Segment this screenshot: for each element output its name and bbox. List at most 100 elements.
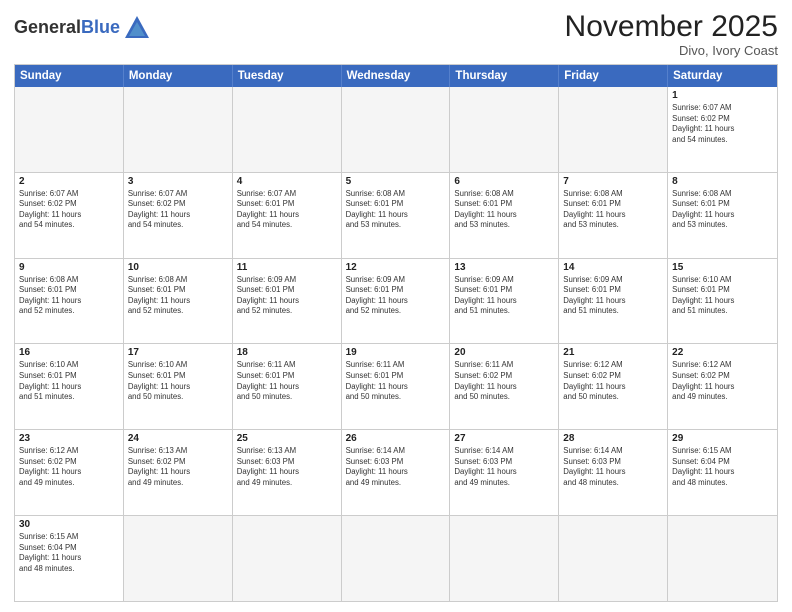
cal-cell-28: 28 Sunrise: 6:14 AM Sunset: 6:03 PM Dayli… [559, 430, 668, 515]
day-number: 23 [19, 433, 119, 444]
cal-cell-27: 27 Sunrise: 6:14 AM Sunset: 6:03 PM Dayli… [450, 430, 559, 515]
week-row-1: 2Sunrise: 6:07 AM Sunset: 6:02 PM Daylig… [15, 172, 777, 258]
calendar-header: SundayMondayTuesdayWednesdayThursdayFrid… [15, 65, 777, 87]
cal-cell-25: 25 Sunrise: 6:13 AM Sunset: 6:03 PM Dayli… [233, 430, 342, 515]
day-number: 21 [563, 347, 663, 358]
cal-cell-17: 17Sunrise: 6:10 AM Sunset: 6:01 PM Dayli… [124, 344, 233, 429]
cell-info: Sunrise: 6:14 AM Sunset: 6:03 PM Dayligh… [563, 446, 663, 488]
title-area: November 2025 Divo, Ivory Coast [565, 10, 778, 58]
cell-info: Sunrise: 6:07 AM Sunset: 6:02 PM Dayligh… [672, 103, 773, 145]
cal-cell-empty-5-2 [233, 516, 342, 601]
cal-cell-empty-5-4 [450, 516, 559, 601]
cell-info: Sunrise: 6:07 AM Sunset: 6:02 PM Dayligh… [128, 189, 228, 231]
cell-info: Sunrise: 6:11 AM Sunset: 6:01 PM Dayligh… [237, 360, 337, 402]
calendar-body: 1Sunrise: 6:07 AM Sunset: 6:02 PM Daylig… [15, 87, 777, 601]
week-row-2: 9Sunrise: 6:08 AM Sunset: 6:01 PM Daylig… [15, 258, 777, 344]
cal-cell-empty-0-2 [233, 87, 342, 172]
logo-blue: Blue [81, 17, 120, 37]
cell-info: Sunrise: 6:08 AM Sunset: 6:01 PM Dayligh… [346, 189, 446, 231]
day-number: 10 [128, 262, 228, 273]
cell-info: Sunrise: 6:09 AM Sunset: 6:01 PM Dayligh… [454, 275, 554, 317]
cal-cell-empty-5-6 [668, 516, 777, 601]
day-number: 19 [346, 347, 446, 358]
week-row-5: 30 Sunrise: 6:15 AM Sunset: 6:04 PM Dayli… [15, 515, 777, 601]
cal-cell-26: 26 Sunrise: 6:14 AM Sunset: 6:03 PM Dayli… [342, 430, 451, 515]
cal-cell-15: 15Sunrise: 6:10 AM Sunset: 6:01 PM Dayli… [668, 259, 777, 344]
page: GeneralBlue November 2025 Divo, Ivory Co… [0, 0, 792, 612]
cell-info: Sunrise: 6:08 AM Sunset: 6:01 PM Dayligh… [128, 275, 228, 317]
cal-cell-23: 23 Sunrise: 6:12 AM Sunset: 6:02 PM Dayli… [15, 430, 124, 515]
cell-info: Sunrise: 6:12 AM Sunset: 6:02 PM Dayligh… [563, 360, 663, 402]
cal-cell-22: 22 Sunrise: 6:12 AM Sunset: 6:02 PM Dayli… [668, 344, 777, 429]
day-number: 26 [346, 433, 446, 444]
month-title: November 2025 [565, 10, 778, 43]
cell-info: Sunrise: 6:09 AM Sunset: 6:01 PM Dayligh… [237, 275, 337, 317]
cell-info: Sunrise: 6:10 AM Sunset: 6:01 PM Dayligh… [19, 360, 119, 402]
cal-cell-8: 8Sunrise: 6:08 AM Sunset: 6:01 PM Daylig… [668, 173, 777, 258]
day-number: 24 [128, 433, 228, 444]
day-number: 27 [454, 433, 554, 444]
cal-cell-19: 19Sunrise: 6:11 AM Sunset: 6:01 PM Dayli… [342, 344, 451, 429]
day-number: 7 [563, 176, 663, 187]
header-day-tuesday: Tuesday [233, 65, 342, 87]
day-number: 4 [237, 176, 337, 187]
cal-cell-29: 29Sunrise: 6:15 AM Sunset: 6:04 PM Dayli… [668, 430, 777, 515]
week-row-3: 16Sunrise: 6:10 AM Sunset: 6:01 PM Dayli… [15, 343, 777, 429]
cal-cell-20: 20 Sunrise: 6:11 AM Sunset: 6:02 PM Dayli… [450, 344, 559, 429]
cell-info: Sunrise: 6:09 AM Sunset: 6:01 PM Dayligh… [346, 275, 446, 317]
cal-cell-9: 9Sunrise: 6:08 AM Sunset: 6:01 PM Daylig… [15, 259, 124, 344]
cal-cell-empty-5-1 [124, 516, 233, 601]
cal-cell-7: 7 Sunrise: 6:08 AM Sunset: 6:01 PM Daylig… [559, 173, 668, 258]
cal-cell-empty-5-5 [559, 516, 668, 601]
logo-icon [123, 14, 151, 42]
week-row-0: 1Sunrise: 6:07 AM Sunset: 6:02 PM Daylig… [15, 87, 777, 172]
cal-cell-5: 5 Sunrise: 6:08 AM Sunset: 6:01 PM Daylig… [342, 173, 451, 258]
logo-general: General [14, 17, 81, 37]
cal-cell-empty-0-3 [342, 87, 451, 172]
day-number: 14 [563, 262, 663, 273]
day-number: 22 [672, 347, 773, 358]
day-number: 20 [454, 347, 554, 358]
logo-text: GeneralBlue [14, 18, 120, 38]
cell-info: Sunrise: 6:14 AM Sunset: 6:03 PM Dayligh… [454, 446, 554, 488]
day-number: 25 [237, 433, 337, 444]
cell-info: Sunrise: 6:14 AM Sunset: 6:03 PM Dayligh… [346, 446, 446, 488]
cal-cell-13: 13Sunrise: 6:09 AM Sunset: 6:01 PM Dayli… [450, 259, 559, 344]
cal-cell-10: 10 Sunrise: 6:08 AM Sunset: 6:01 PM Dayli… [124, 259, 233, 344]
header-day-saturday: Saturday [668, 65, 777, 87]
cell-info: Sunrise: 6:08 AM Sunset: 6:01 PM Dayligh… [672, 189, 773, 231]
cell-info: Sunrise: 6:10 AM Sunset: 6:01 PM Dayligh… [128, 360, 228, 402]
cell-info: Sunrise: 6:07 AM Sunset: 6:02 PM Dayligh… [19, 189, 119, 231]
calendar: SundayMondayTuesdayWednesdayThursdayFrid… [14, 64, 778, 602]
cell-info: Sunrise: 6:08 AM Sunset: 6:01 PM Dayligh… [19, 275, 119, 317]
logo: GeneralBlue [14, 14, 151, 42]
cal-cell-empty-5-3 [342, 516, 451, 601]
header-day-friday: Friday [559, 65, 668, 87]
day-number: 28 [563, 433, 663, 444]
cell-info: Sunrise: 6:10 AM Sunset: 6:01 PM Dayligh… [672, 275, 773, 317]
day-number: 5 [346, 176, 446, 187]
cal-cell-6: 6Sunrise: 6:08 AM Sunset: 6:01 PM Daylig… [450, 173, 559, 258]
cell-info: Sunrise: 6:15 AM Sunset: 6:04 PM Dayligh… [19, 532, 119, 574]
header-day-sunday: Sunday [15, 65, 124, 87]
day-number: 3 [128, 176, 228, 187]
cal-cell-12: 12 Sunrise: 6:09 AM Sunset: 6:01 PM Dayli… [342, 259, 451, 344]
cell-info: Sunrise: 6:13 AM Sunset: 6:02 PM Dayligh… [128, 446, 228, 488]
cell-info: Sunrise: 6:11 AM Sunset: 6:02 PM Dayligh… [454, 360, 554, 402]
header-day-thursday: Thursday [450, 65, 559, 87]
cal-cell-2: 2Sunrise: 6:07 AM Sunset: 6:02 PM Daylig… [15, 173, 124, 258]
day-number: 30 [19, 519, 119, 530]
cal-cell-30: 30 Sunrise: 6:15 AM Sunset: 6:04 PM Dayli… [15, 516, 124, 601]
day-number: 12 [346, 262, 446, 273]
cell-info: Sunrise: 6:15 AM Sunset: 6:04 PM Dayligh… [672, 446, 773, 488]
cell-info: Sunrise: 6:09 AM Sunset: 6:01 PM Dayligh… [563, 275, 663, 317]
location: Divo, Ivory Coast [565, 43, 778, 58]
cell-info: Sunrise: 6:12 AM Sunset: 6:02 PM Dayligh… [672, 360, 773, 402]
header-day-monday: Monday [124, 65, 233, 87]
cal-cell-21: 21 Sunrise: 6:12 AM Sunset: 6:02 PM Dayli… [559, 344, 668, 429]
cell-info: Sunrise: 6:12 AM Sunset: 6:02 PM Dayligh… [19, 446, 119, 488]
cell-info: Sunrise: 6:13 AM Sunset: 6:03 PM Dayligh… [237, 446, 337, 488]
header-day-wednesday: Wednesday [342, 65, 451, 87]
cell-info: Sunrise: 6:08 AM Sunset: 6:01 PM Dayligh… [563, 189, 663, 231]
cell-info: Sunrise: 6:08 AM Sunset: 6:01 PM Dayligh… [454, 189, 554, 231]
